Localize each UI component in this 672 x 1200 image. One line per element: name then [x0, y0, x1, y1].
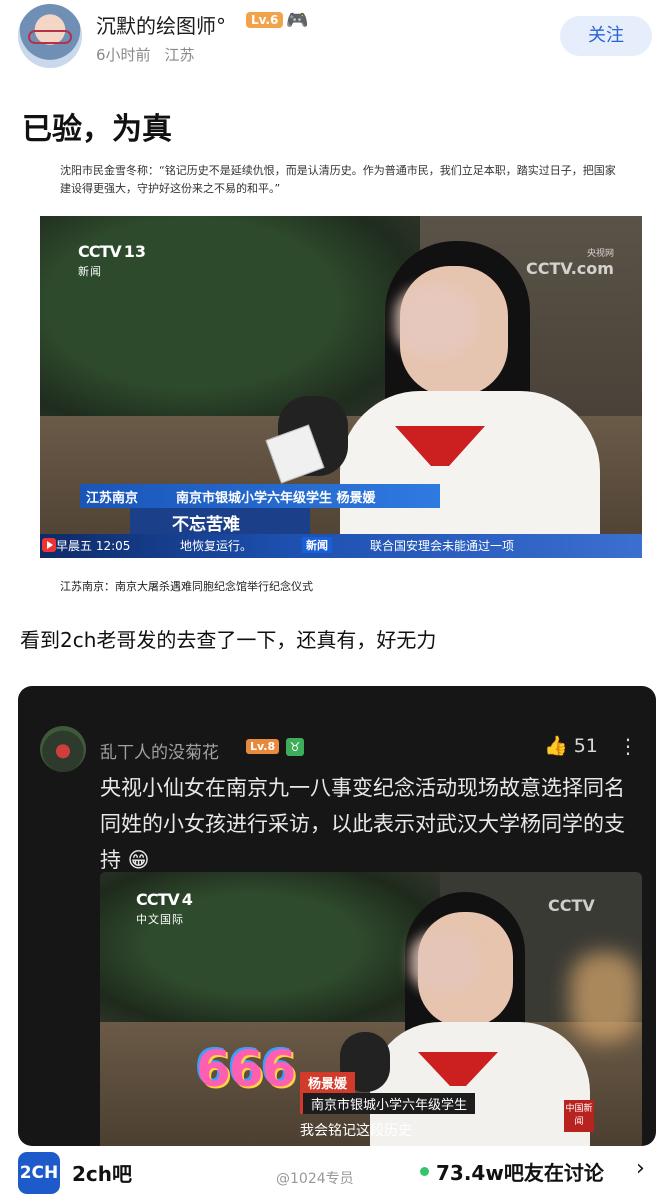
username[interactable]: 沉默的绘图师° [96, 10, 226, 39]
face-blur [395, 286, 475, 356]
forum-name[interactable]: 2ch吧 [72, 1158, 132, 1187]
corner-logo-text: CCTV [526, 259, 571, 278]
comment-level-badge: Lv.8 [246, 739, 280, 754]
ticker-text: 地恢复运行。 [180, 539, 253, 553]
ticker-text-2: 联合国安理会未能通过一项 [370, 539, 515, 553]
comment-text: 央视小仙女在南京九一八事变纪念活动现场故意选择同名同姓的小女孩进行采访，以此表示… [100, 776, 625, 872]
like-count: 51 [573, 735, 598, 757]
avatar-glasses [28, 30, 72, 44]
channel-logo: CCTV 4 中文国际 [136, 890, 193, 927]
follow-button[interactable]: 关注 [560, 16, 652, 56]
forum-app-icon[interactable]: 2CH [18, 1152, 60, 1194]
screenshot-caption: 江苏南京：南京大屠杀遇难同胞纪念馆举行纪念仪式 [60, 580, 313, 593]
level-badge: Lv.6 [246, 12, 284, 28]
comment-avatar[interactable] [40, 726, 86, 772]
quoted-comment-card[interactable]: 乱丅人的没菊花 Lv.8 ♉ 👍 51 ⋮ 央视小仙女在南京九一八事变纪念活动现… [18, 686, 656, 1146]
corner-logo: 央视网 CCTV.com [526, 246, 614, 278]
subtitle: 我会铭记这段历史 [300, 1123, 412, 1139]
chevron-right-icon[interactable]: › [636, 1156, 645, 1181]
post-meta: 6小时前 江苏 [96, 44, 195, 65]
ticker-live-badge: 新闻 [302, 537, 332, 553]
lower-third-headline: 不忘苦难 [130, 508, 310, 535]
post-header: 沉默的绘图师° Lv.6 🎮 6小时前 江苏 关注 [0, 0, 672, 80]
headline: 不忘苦难 [172, 515, 240, 535]
post-time: 6小时前 [96, 46, 151, 64]
game-controller-icon: 🎮 [286, 10, 309, 31]
channel-number: 13 [123, 242, 147, 261]
ticker-time: 早晨五 12:05 [56, 539, 131, 553]
bystander-blur [570, 952, 640, 1042]
member-badge-icon: ♉ [286, 738, 304, 756]
news-corner-badge: 中国新闻 [564, 1100, 594, 1132]
more-options-icon[interactable]: ⋮ [618, 734, 638, 758]
channel-sub: 中文国际 [136, 913, 184, 926]
quote-paragraph: 沈阳市民金雪冬称：“铭记历史不是延续仇恨，而是认清历史。作为普通市民，我们立足本… [60, 164, 616, 195]
person-tag: 南京市银城小学六年级学生 杨景媛 [176, 491, 376, 506]
corner-logo: CCTV [548, 896, 595, 915]
discussion-count[interactable]: 73.4w吧友在讨论 [436, 1157, 604, 1186]
face-blur [410, 932, 480, 992]
avatar[interactable] [18, 4, 82, 68]
news-screenshot-1[interactable]: CCTV 13 新闻 央视网 CCTV.com 江苏南京 南京市银城小学六年级学生… [40, 216, 642, 558]
school-tag: 南京市银城小学六年级学生 [300, 1093, 476, 1114]
watermark: @1024专员 [276, 1171, 354, 1187]
corner-logo-text: CCTV [548, 896, 595, 915]
comment-username[interactable]: 乱丅人的没菊花 [100, 738, 219, 763]
news-screenshot-2[interactable]: CCTV 4 中文国际 CCTV 666 杨景媛 南京市银城小学六年级学生 我会铭… [100, 872, 642, 1146]
online-dot-icon [420, 1167, 429, 1176]
name-tag: 杨景媛 [300, 1072, 356, 1093]
channel-logo-text: CCTV [136, 890, 180, 909]
channel-sub: 新闻 [78, 265, 102, 278]
post-location: 江苏 [164, 46, 195, 64]
666-overlay: 666 [196, 1040, 296, 1098]
play-icon [42, 538, 56, 552]
like-button[interactable]: 👍 51 [544, 734, 598, 757]
channel-logo: CCTV 13 新闻 [78, 242, 146, 279]
location-tag: 江苏南京 [86, 491, 139, 506]
corner-domain: com [576, 259, 614, 278]
channel-logo-text: CCTV [78, 242, 122, 261]
lower-third-name: 江苏南京 南京市银城小学六年级学生 杨景媛 [80, 484, 440, 508]
forum-footer-bar[interactable]: 2CH 2ch吧 @1024专员 73.4w吧友在讨论 › [0, 1146, 672, 1200]
corner-sub: 央视网 [586, 249, 614, 259]
post-body-text: 看到2ch老哥发的去查了一下，还真有，好无力 [20, 628, 437, 652]
post-title: 已验，为真 [22, 112, 172, 147]
girl-shirt [340, 391, 600, 558]
channel-number: 4 [181, 890, 193, 909]
news-ticker: 早晨五 12:05 地恢复运行。 新闻 联合国安理会未能通过一项 [40, 534, 642, 558]
thumbs-up-icon: 👍 [544, 735, 568, 757]
